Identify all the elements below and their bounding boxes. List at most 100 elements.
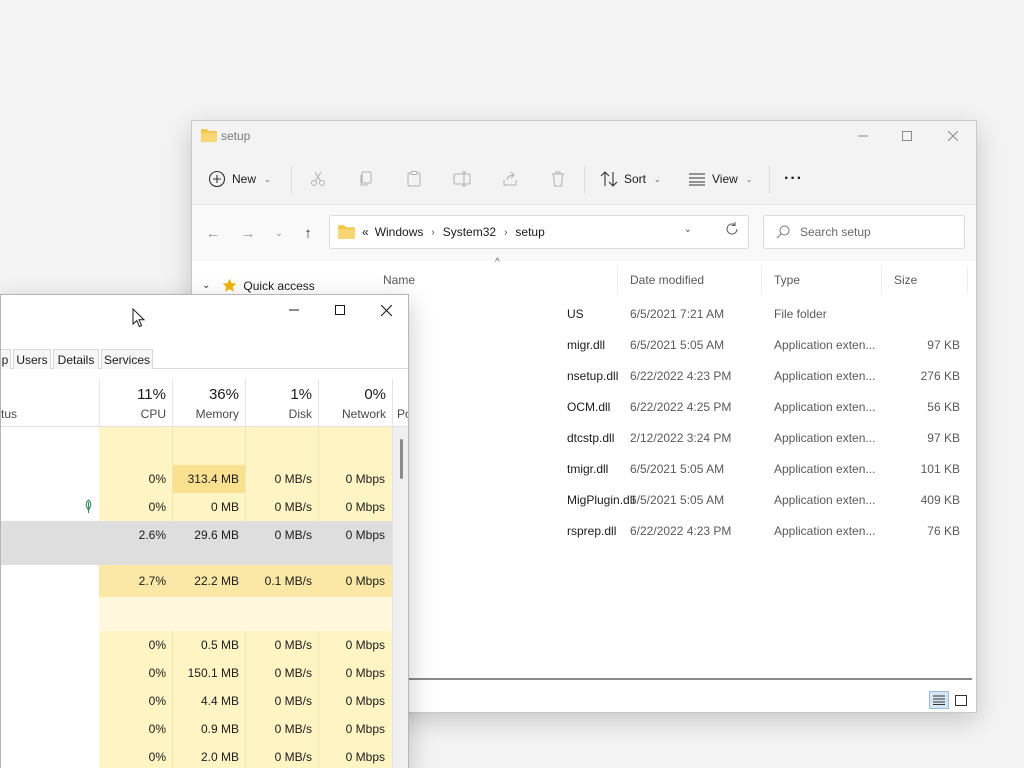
- clipboard-icon: [407, 171, 421, 187]
- rename-button[interactable]: [447, 163, 477, 195]
- up-button[interactable]: ↑: [294, 219, 322, 247]
- disk-value: 0 MB/s: [274, 666, 312, 680]
- address-history-dropdown[interactable]: ⌄: [684, 224, 692, 235]
- process-row-selected[interactable]: 2.6% 29.6 MB 0 MB/s 0 Mbps: [1, 521, 392, 565]
- recent-locations-button[interactable]: ⌄: [265, 219, 293, 247]
- memory-value: 4.4 MB: [200, 694, 239, 708]
- file-size: 101 KB: [920, 462, 960, 476]
- column-header-type[interactable]: Type: [764, 266, 882, 294]
- network-value: 0 Mbps: [345, 472, 385, 486]
- close-button[interactable]: [930, 121, 976, 151]
- process-row[interactable]: 0% 0.9 MB 0 MB/s 0 Mbps: [1, 715, 392, 743]
- delete-button[interactable]: [543, 163, 573, 195]
- file-row[interactable]: migr.dll 6/5/2021 5:05 AM Application ex…: [362, 329, 974, 360]
- trash-icon: [552, 171, 564, 187]
- column-header-disk[interactable]: 1% Disk: [245, 379, 318, 427]
- folder-icon: [201, 129, 217, 142]
- tab-services[interactable]: Services: [101, 349, 153, 369]
- share-button[interactable]: [495, 163, 525, 195]
- task-manager-tabs: p Users Details Services: [1, 349, 408, 369]
- back-button[interactable]: ←: [199, 219, 227, 247]
- column-header-date[interactable]: Date modified: [620, 266, 762, 294]
- column-header-name[interactable]: Name: [372, 266, 618, 294]
- file-row[interactable]: US 6/5/2021 7:21 AM File folder: [362, 298, 974, 329]
- process-row[interactable]: 0% 2.0 MB 0 MB/s 0 Mbps: [1, 743, 392, 768]
- file-type: Application exten...: [774, 369, 876, 383]
- address-bar[interactable]: « Windows › System32 › setup ⌄: [329, 215, 749, 249]
- column-header-network[interactable]: 0% Network: [318, 379, 392, 427]
- cpu-value: 2.6%: [138, 528, 166, 542]
- tiles-view-button[interactable]: [951, 691, 971, 709]
- file-row[interactable]: MigPlugin.dll 6/5/2021 5:05 AM Applicati…: [362, 484, 974, 515]
- details-view-button[interactable]: [929, 691, 949, 709]
- sort-button[interactable]: Sort ⌄: [600, 163, 661, 195]
- tab-details[interactable]: Details: [53, 349, 99, 369]
- file-row[interactable]: tmigr.dll 6/5/2021 5:05 AM Application e…: [362, 453, 974, 484]
- process-row[interactable]: 0% 313.4 MB 0 MB/s 0 Mbps: [1, 465, 392, 493]
- process-row[interactable]: 0% 0 MB 0 MB/s 0 Mbps: [1, 493, 392, 521]
- memory-value: 313.4 MB: [187, 472, 239, 486]
- file-name: nsetup.dll: [567, 369, 619, 383]
- explorer-title-bar[interactable]: setup: [192, 121, 976, 153]
- maximize-button[interactable]: [884, 121, 930, 151]
- nav-item-quick-access[interactable]: ⌄ Quick access: [202, 278, 315, 293]
- breadcrumb-setup[interactable]: setup: [515, 225, 544, 239]
- mouse-cursor-icon: [132, 308, 146, 328]
- file-row[interactable]: OCM.dll 6/22/2022 4:25 PM Application ex…: [362, 391, 974, 422]
- file-name: rsprep.dll: [567, 524, 617, 538]
- process-row[interactable]: 0% 4.4 MB 0 MB/s 0 Mbps: [1, 687, 392, 715]
- column-header-memory[interactable]: 36% Memory: [172, 379, 245, 427]
- disk-total-percent: 1%: [290, 386, 312, 403]
- window-title: setup: [221, 129, 251, 143]
- toolbar-divider: [584, 165, 585, 193]
- sort-icon: [600, 171, 618, 187]
- breadcrumb-overflow[interactable]: «: [362, 225, 369, 239]
- minimize-button[interactable]: [271, 295, 317, 325]
- vertical-scrollbar[interactable]: [392, 427, 408, 768]
- chevron-down-icon: ⌄: [745, 174, 753, 184]
- file-type: Application exten...: [774, 338, 876, 352]
- file-type: Application exten...: [774, 400, 876, 414]
- breadcrumb-windows[interactable]: Windows: [375, 225, 424, 239]
- column-header-size[interactable]: Size: [884, 266, 968, 294]
- minimize-button[interactable]: [840, 121, 886, 151]
- maximize-button[interactable]: [317, 295, 363, 325]
- column-header-power[interactable]: Po: [392, 379, 408, 427]
- file-row[interactable]: rsprep.dll 6/22/2022 4:23 PM Application…: [362, 515, 974, 546]
- rename-icon: [453, 171, 471, 187]
- process-group-header[interactable]: [1, 597, 392, 631]
- file-row[interactable]: nsetup.dll 6/22/2022 4:23 PM Application…: [362, 360, 974, 391]
- file-row[interactable]: dtcstp.dll 2/12/2022 3:24 PM Application…: [362, 422, 974, 453]
- forward-button[interactable]: →: [234, 219, 262, 247]
- memory-value: 0.5 MB: [200, 638, 239, 652]
- cpu-value: 0%: [148, 750, 166, 764]
- breadcrumb-system32[interactable]: System32: [443, 225, 496, 239]
- disk-value: 0 MB/s: [274, 638, 312, 652]
- network-value: 0 Mbps: [345, 574, 385, 588]
- search-icon: [776, 225, 790, 239]
- cpu-value: 0%: [148, 722, 166, 736]
- address-row: ← → ⌄ ↑ « Windows › System32 › setup ⌄ S…: [192, 205, 976, 261]
- process-row[interactable]: 0% 150.1 MB 0 MB/s 0 Mbps: [1, 659, 392, 687]
- scrollbar-thumb[interactable]: [400, 439, 403, 479]
- process-row[interactable]: 2.7% 22.2 MB 0.1 MB/s 0 Mbps: [1, 565, 392, 597]
- arrow-left-icon: ←: [205, 224, 221, 242]
- memory-value: 2.0 MB: [200, 750, 239, 764]
- close-button[interactable]: [363, 295, 408, 325]
- cut-button[interactable]: [303, 163, 333, 195]
- refresh-icon: [726, 222, 738, 235]
- disk-value: 0 MB/s: [274, 472, 312, 486]
- refresh-button[interactable]: [724, 221, 740, 240]
- network-total-percent: 0%: [364, 386, 386, 403]
- view-button[interactable]: View ⌄: [688, 163, 753, 195]
- copy-button[interactable]: [351, 163, 381, 195]
- tab-startup[interactable]: p: [1, 349, 11, 369]
- search-box[interactable]: Search setup: [763, 215, 965, 249]
- new-button[interactable]: New ⌄: [208, 163, 271, 195]
- paste-button[interactable]: [399, 163, 429, 195]
- more-options-button[interactable]: ···: [784, 163, 803, 195]
- column-header-cpu[interactable]: 11% CPU: [99, 379, 172, 427]
- tab-users[interactable]: Users: [13, 349, 51, 369]
- task-manager-title-bar[interactable]: [1, 295, 408, 325]
- process-row[interactable]: 0% 0.5 MB 0 MB/s 0 Mbps: [1, 631, 392, 659]
